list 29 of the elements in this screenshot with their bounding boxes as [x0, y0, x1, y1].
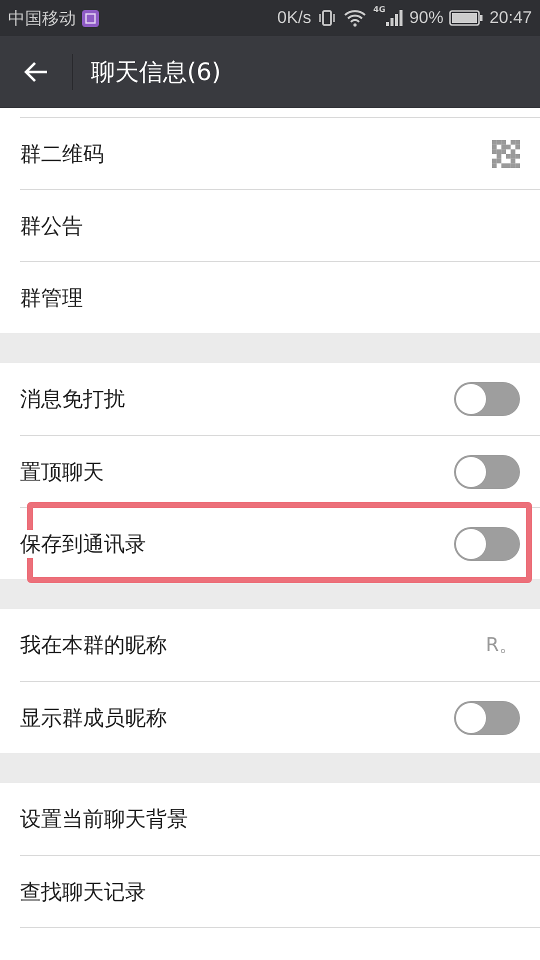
settings-row[interactable]: 群管理	[20, 261, 540, 333]
settings-row[interactable]: 显示群成员昵称	[20, 681, 540, 753]
toggle-switch[interactable]	[454, 454, 520, 488]
row-label: 保存到通讯录	[20, 530, 146, 558]
vibrate-icon	[317, 9, 338, 27]
network-type: 4G	[373, 5, 386, 14]
toggle-switch[interactable]	[454, 526, 520, 560]
settings-row[interactable]: 查找聊天记录	[20, 855, 540, 927]
carrier-name: 中国移动	[8, 8, 76, 30]
toggle-switch[interactable]	[454, 382, 520, 416]
network-speed: 0K/s	[277, 8, 312, 28]
settings-row[interactable]: 群二维码	[20, 117, 540, 189]
gallery-app-icon	[82, 10, 99, 26]
row-value: R。	[486, 633, 518, 658]
settings-row[interactable]: 设置当前聊天背景	[20, 783, 540, 855]
battery-icon	[449, 10, 484, 26]
settings-row[interactable]: 置顶聊天	[20, 435, 540, 507]
settings-row[interactable]: 群公告	[20, 189, 540, 261]
settings-row[interactable]: 保存到通讯录	[20, 507, 540, 579]
back-arrow-icon	[23, 61, 49, 83]
signal-icon	[385, 9, 404, 27]
screen-title: 聊天信息(6)	[91, 57, 221, 88]
settings-row[interactable]: 消息免打扰	[20, 363, 540, 435]
battery-percent: 90%	[409, 8, 444, 28]
qr-code-icon	[492, 140, 520, 168]
wifi-icon	[343, 9, 368, 27]
toggle-switch[interactable]	[454, 700, 520, 734]
settings-row[interactable]: 我在本群的昵称 R。	[20, 609, 540, 681]
clock-time: 20:47	[489, 8, 532, 28]
